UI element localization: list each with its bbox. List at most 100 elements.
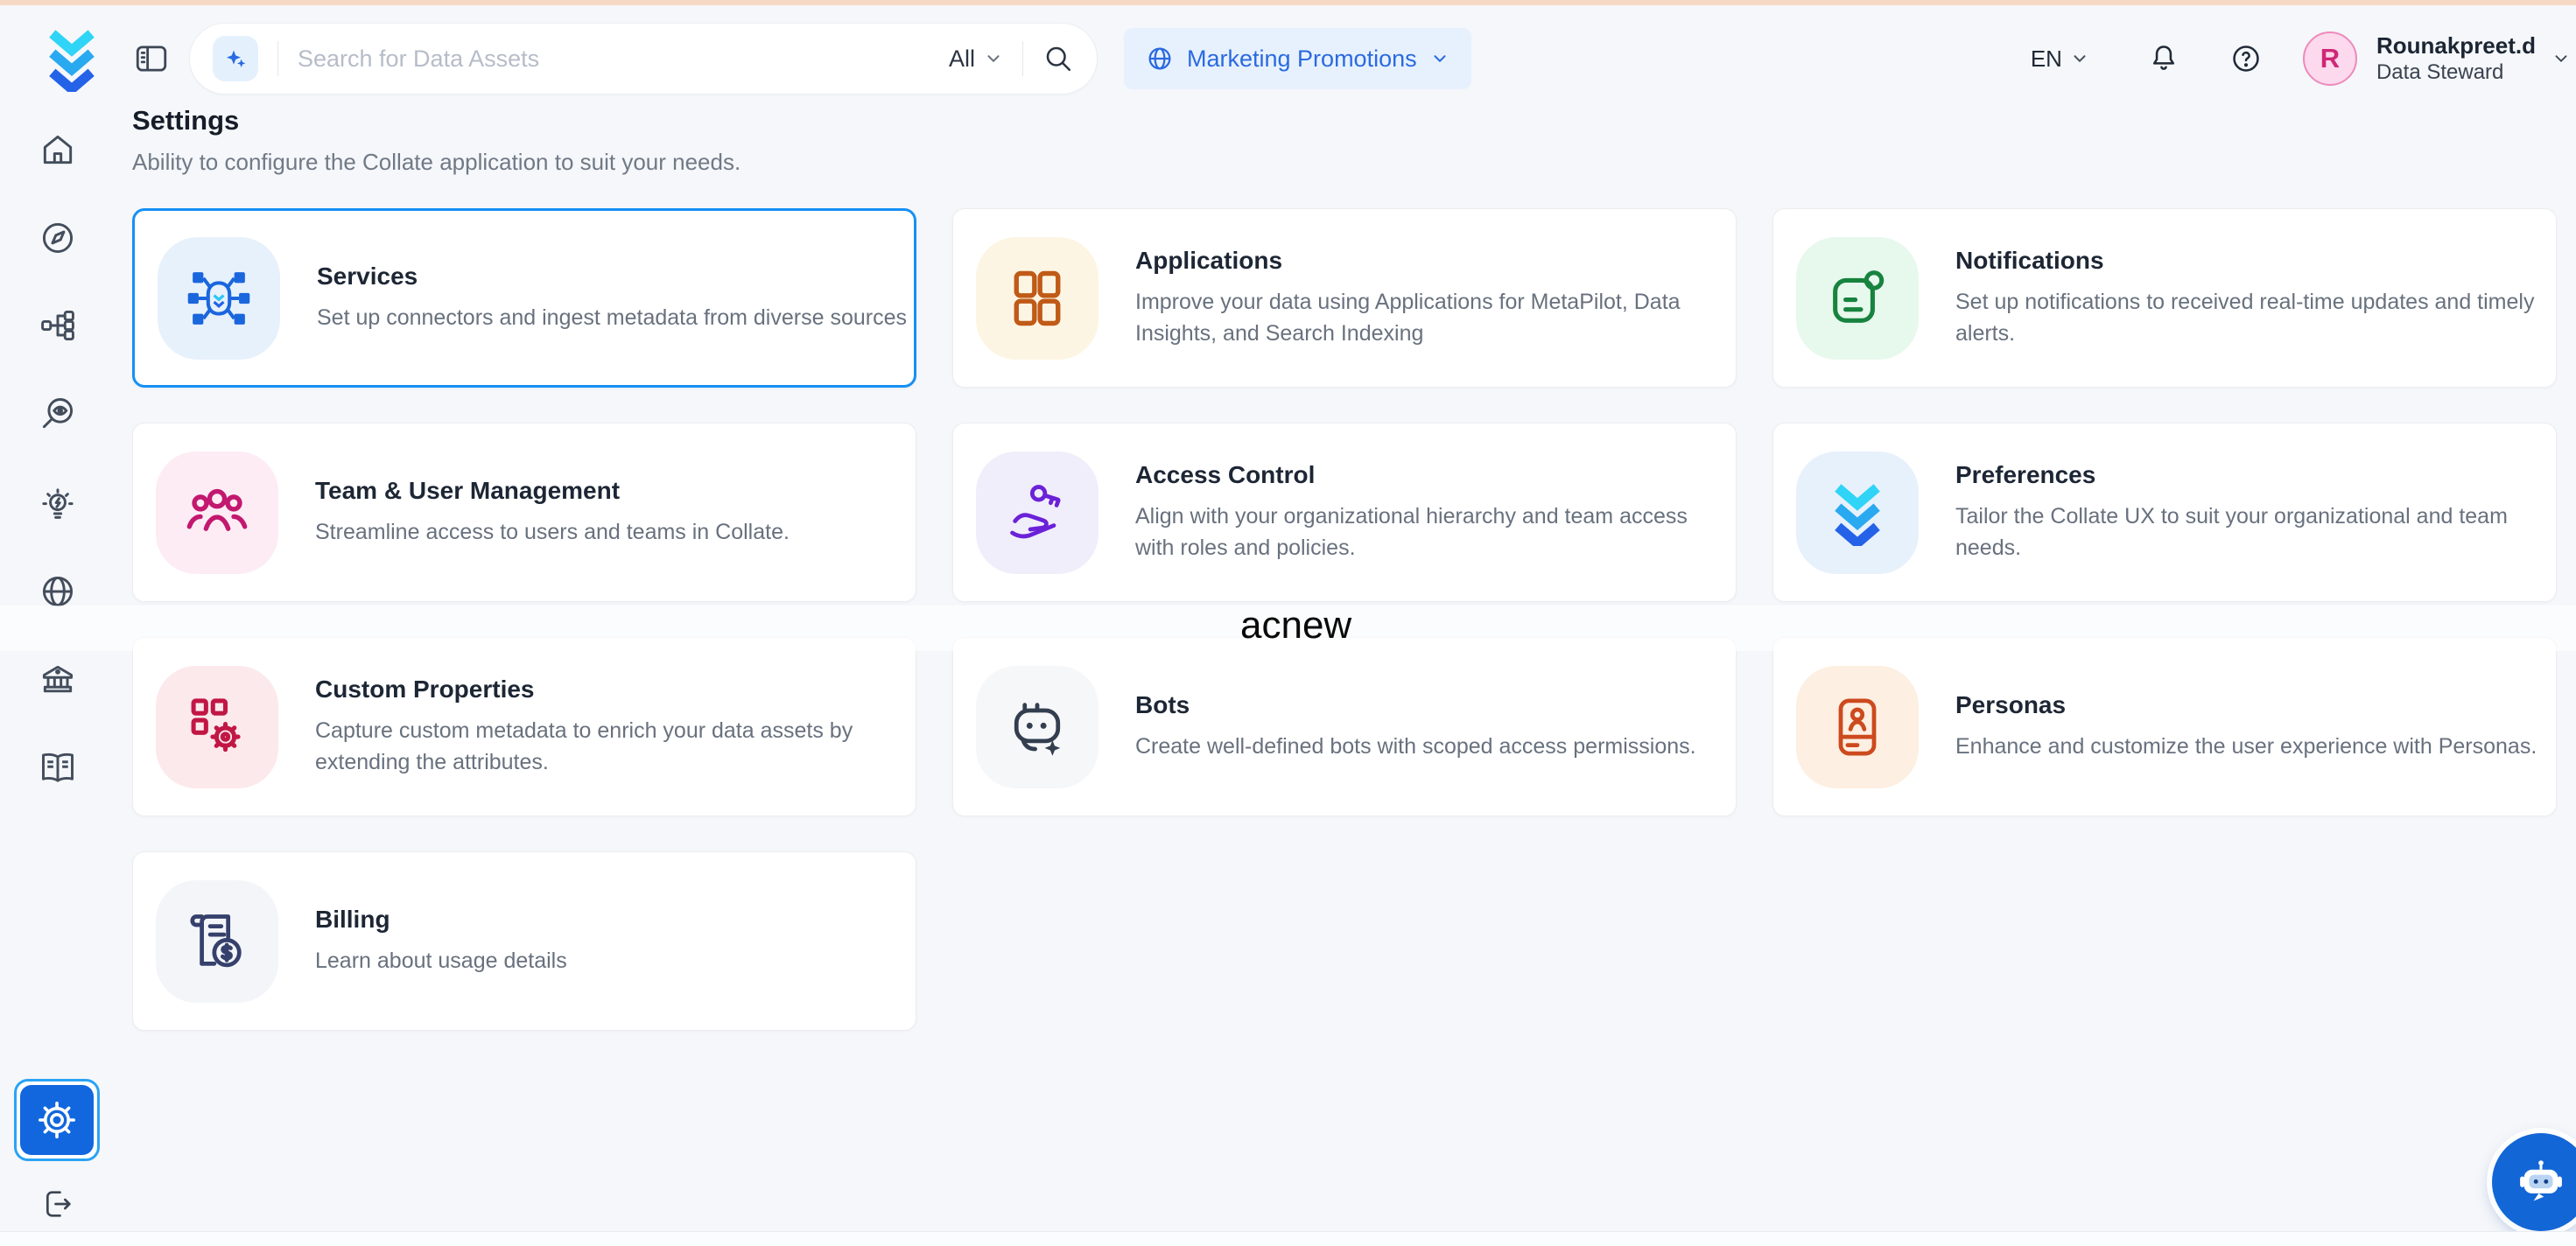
search-scope-dropdown[interactable]: All	[949, 46, 1003, 73]
card-description: Streamline access to users and teams in …	[315, 517, 790, 549]
card-title: Bots	[1135, 691, 1696, 719]
settings-card-team-user-management[interactable]: Team & User Management Streamline access…	[132, 423, 916, 602]
user-menu-chevron-icon[interactable]	[2551, 49, 2571, 68]
card-icon-tile	[1796, 666, 1919, 788]
card-icon-tile	[1796, 452, 1919, 574]
squares-gear-icon	[184, 694, 250, 760]
card-icon-tile	[156, 452, 278, 574]
sidebar-item-glossary[interactable]	[39, 748, 77, 787]
card-text: Applications Improve your data using App…	[1135, 247, 1730, 349]
chat-assistant-fab[interactable]	[2492, 1133, 2576, 1231]
card-icon-tile	[976, 666, 1098, 788]
sidebar-item-discovery[interactable]	[39, 395, 77, 433]
card-text: Preferences Tailor the Collate UX to sui…	[1955, 461, 2551, 564]
chat-bot-icon	[2514, 1155, 2568, 1209]
sidebar-item-explore[interactable]	[39, 219, 77, 257]
card-title: Access Control	[1135, 461, 1730, 489]
search-icon[interactable]	[1042, 43, 1074, 74]
receipt-icon	[184, 908, 250, 975]
gear-icon	[36, 1099, 78, 1141]
card-text: Bots Create well-defined bots with scope…	[1135, 691, 1696, 763]
card-icon-tile	[156, 880, 278, 1003]
sidebar-item-insights[interactable]	[39, 485, 77, 523]
card-description: Create well-defined bots with scoped acc…	[1135, 732, 1696, 763]
notifications-bell-icon[interactable]	[2147, 42, 2180, 75]
collate-logo[interactable]	[40, 25, 103, 92]
card-description: Learn about usage details	[315, 946, 567, 977]
card-description: Tailor the Collate UX to suit your organ…	[1955, 501, 2551, 564]
page-title: Settings	[132, 105, 239, 136]
card-description: Set up connectors and ingest metadata fr…	[317, 303, 907, 334]
search-input[interactable]: Search for Data Assets	[298, 46, 949, 73]
card-icon-tile	[976, 452, 1098, 574]
collate-logo-icon	[1824, 480, 1891, 546]
card-description: Capture custom metadata to enrich your d…	[315, 716, 910, 778]
overlay-text: acnew	[1240, 604, 1351, 648]
language-label: EN	[2031, 46, 2062, 73]
search-bar[interactable]: Search for Data Assets All	[189, 23, 1098, 94]
page-bottom-strip	[0, 1231, 2576, 1246]
apps-grid-icon	[1004, 265, 1070, 332]
divider	[1022, 41, 1023, 76]
settings-card-preferences[interactable]: Preferences Tailor the Collate UX to sui…	[1772, 423, 2557, 602]
avatar[interactable]: R	[2303, 32, 2357, 86]
sidebar	[0, 112, 116, 1246]
id-card-icon	[1824, 694, 1891, 760]
card-title: Notifications	[1955, 247, 2551, 275]
user-role: Data Steward	[2376, 60, 2536, 86]
settings-card-custom-properties[interactable]: Custom Properties Capture custom metadat…	[132, 637, 916, 816]
settings-card-services[interactable]: Services Set up connectors and ingest me…	[132, 208, 916, 388]
sidebar-item-lineage[interactable]	[39, 306, 77, 345]
sidebar-toggle-icon[interactable]	[133, 40, 170, 77]
notification-note-icon	[1824, 265, 1891, 332]
chevron-down-icon	[2070, 49, 2089, 68]
card-text: Custom Properties Capture custom metadat…	[315, 676, 910, 778]
globe-icon	[1146, 45, 1174, 73]
topbar: Search for Data Assets All Marketing Pro…	[0, 5, 2576, 112]
user-name: Rounakpreet.d	[2376, 32, 2536, 60]
card-text: Billing Learn about usage details	[315, 906, 567, 977]
card-icon-tile	[158, 237, 280, 360]
settings-active-tile	[20, 1085, 94, 1155]
ai-sparkle-icon[interactable]	[213, 36, 258, 81]
card-description: Enhance and customize the user experienc…	[1955, 732, 2537, 763]
search-scope-label: All	[949, 46, 975, 73]
logout-icon[interactable]	[40, 1186, 75, 1222]
card-title: Services	[317, 262, 907, 290]
settings-card-notifications[interactable]: Notifications Set up notifications to re…	[1772, 208, 2557, 388]
settings-card-billing[interactable]: Billing Learn about usage details	[132, 851, 916, 1031]
chevron-down-icon	[984, 49, 1003, 68]
card-text: Access Control Align with your organizat…	[1135, 461, 1730, 564]
domain-label: Marketing Promotions	[1187, 46, 1417, 73]
domain-selector[interactable]: Marketing Promotions	[1124, 28, 1471, 89]
settings-card-access-control[interactable]: Access Control Align with your organizat…	[952, 423, 1737, 602]
card-icon-tile	[1796, 237, 1919, 360]
help-icon[interactable]	[2229, 42, 2263, 75]
card-title: Team & User Management	[315, 477, 790, 505]
card-icon-tile	[976, 237, 1098, 360]
card-title: Personas	[1955, 691, 2537, 719]
topbar-right: EN R Rounakpreet.d Data Steward	[2031, 32, 2576, 87]
card-text: Notifications Set up notifications to re…	[1955, 247, 2551, 349]
team-icon	[184, 480, 250, 546]
settings-card-personas[interactable]: Personas Enhance and customize the user …	[1772, 637, 2557, 816]
card-icon-tile	[156, 666, 278, 788]
robot-icon	[1004, 694, 1070, 760]
sidebar-item-governance[interactable]	[39, 661, 77, 699]
sidebar-item-home[interactable]	[39, 130, 77, 169]
settings-card-bots[interactable]: Bots Create well-defined bots with scope…	[952, 637, 1737, 816]
hand-key-icon	[1004, 480, 1070, 546]
card-title: Custom Properties	[315, 676, 910, 704]
avatar-initial: R	[2320, 43, 2340, 74]
sidebar-item-settings-active[interactable]	[14, 1079, 100, 1161]
card-description: Set up notifications to received real-ti…	[1955, 287, 2551, 349]
chevron-down-icon	[1430, 49, 1449, 68]
divider	[277, 41, 278, 76]
settings-card-applications[interactable]: Applications Improve your data using App…	[952, 208, 1737, 388]
card-text: Services Set up connectors and ingest me…	[317, 262, 907, 334]
user-info[interactable]: Rounakpreet.d Data Steward	[2376, 32, 2536, 87]
language-selector[interactable]: EN	[2031, 46, 2089, 73]
page-subtitle: Ability to configure the Collate applica…	[132, 149, 741, 176]
connectors-icon	[186, 265, 252, 332]
card-description: Align with your organizational hierarchy…	[1135, 501, 1730, 564]
